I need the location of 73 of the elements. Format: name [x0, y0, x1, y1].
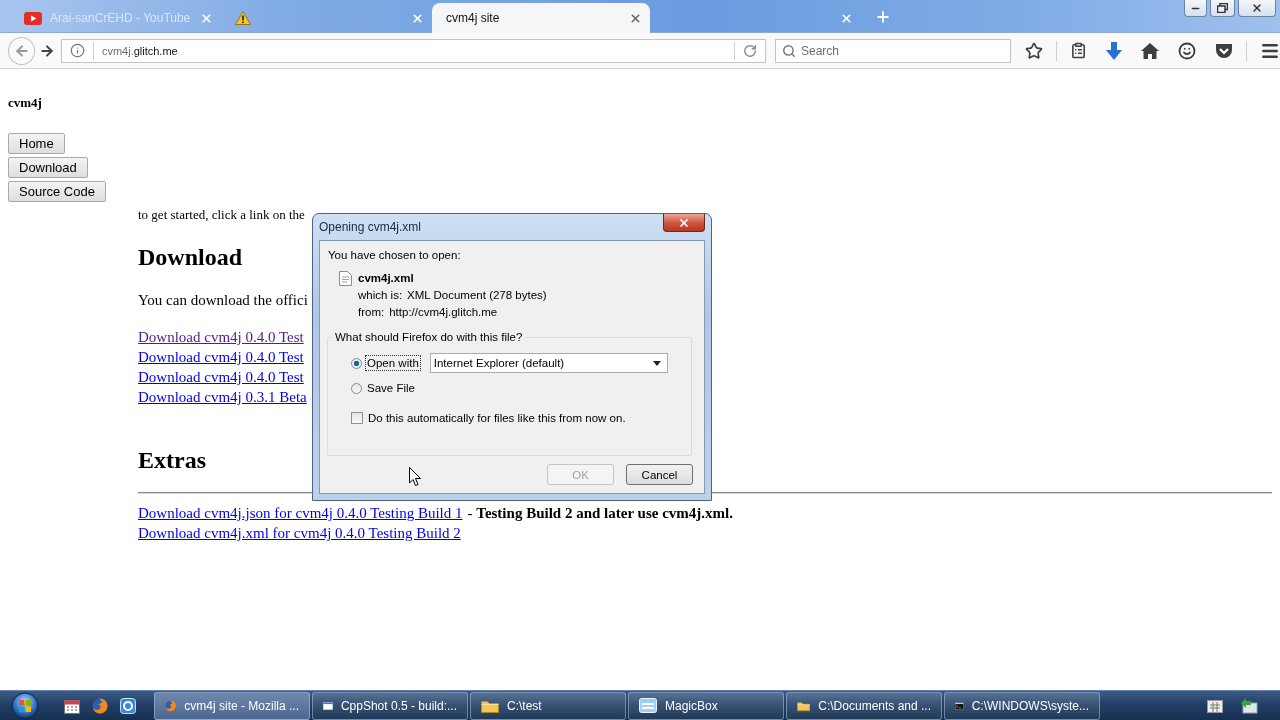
nav-button[interactable]: Source Code: [8, 181, 106, 202]
close-icon: [1251, 2, 1263, 14]
download-link[interactable]: Download cvm4j.json for cvm4j 0.4.0 Testing Build 1: [138, 503, 463, 523]
dialog-title: Opening cvm4j.xml: [319, 220, 422, 234]
nav-button[interactable]: Home: [8, 133, 65, 154]
download-link[interactable]: Download cvm4j 0.3.1 Beta: [138, 387, 307, 407]
taskbar-button[interactable]: C:\test: [470, 691, 626, 720]
nav-button[interactable]: Download: [8, 157, 88, 178]
arrow-monitor-icon[interactable]: [1240, 696, 1258, 715]
smiley-icon[interactable]: [1178, 41, 1196, 60]
shield-chevron-icon[interactable]: [1215, 42, 1233, 59]
radio-label[interactable]: Open with: [366, 356, 420, 370]
star-icon[interactable]: [1025, 41, 1043, 60]
address-field[interactable]: cvm4j.glitch.me: [60, 38, 766, 63]
clipboard-list-icon[interactable]: [1070, 42, 1087, 59]
caret-icon: [652, 360, 661, 366]
taskbar-button[interactable]: MagicBox: [628, 691, 784, 720]
download-link[interactable]: Download cvm4j.xml for cvm4j 0.4.0 Testing Build 2: [138, 523, 461, 543]
dialog-button[interactable]: Cancel: [626, 464, 693, 485]
new-tab-icon[interactable]: [875, 9, 891, 25]
grid-icon[interactable]: [1207, 698, 1223, 713]
document-icon: [339, 271, 352, 286]
folder-icon: [481, 698, 499, 713]
detail-value: XML Document (278 bytes): [407, 288, 547, 303]
search-field[interactable]: Search: [775, 38, 1011, 63]
taskbar-button[interactable]: C:\Documents and ...: [786, 691, 942, 720]
dialog-intro-text: You have chosen to open:: [328, 248, 462, 263]
download-link[interactable]: Download cvm4j 0.4.0 Test: [138, 347, 304, 367]
checkbox-label[interactable]: Do this automatically for files like this from now on.: [367, 411, 627, 425]
section-heading: Download: [138, 243, 243, 271]
group-legend: What should Firefox do with this file?: [332, 331, 526, 343]
search-icon: [782, 43, 796, 58]
start-orb-icon[interactable]: [9, 691, 41, 720]
site-title: cvm4j: [8, 95, 42, 110]
close-icon[interactable]: [840, 11, 853, 25]
taskbar-button[interactable]: C:\WINDOWS\syste...: [944, 691, 1100, 720]
close-icon[interactable]: [629, 11, 642, 25]
detail-label: which is:: [358, 288, 403, 303]
checkbox[interactable]: [351, 412, 363, 424]
radio-button[interactable]: [351, 382, 362, 394]
taskbar-button[interactable]: CppShot 0.5 - build:...: [312, 691, 468, 720]
app-icon[interactable]: [120, 697, 136, 714]
detail-value: http://cvm4j.glitch.me: [389, 305, 498, 320]
section-heading: Extras: [138, 446, 206, 474]
home-icon[interactable]: [1141, 42, 1159, 59]
taskbar-button[interactable]: cvm4j site - Mozilla ...: [154, 691, 310, 720]
mouse-pointer-icon: [409, 467, 421, 486]
browser-tab[interactable]: cvm4j site: [432, 3, 650, 33]
calendar-icon[interactable]: [64, 697, 80, 714]
restore-button[interactable]: [1210, 0, 1235, 17]
app-dropdown[interactable]: Internet Explorer (default): [429, 353, 668, 373]
radio-label[interactable]: Save File: [366, 381, 416, 395]
url-text: cvm4j.glitch.me: [101, 44, 178, 57]
restore-icon: [1217, 3, 1228, 13]
app-window-icon: [639, 698, 657, 713]
intro-text: to get started, click a link on the: [138, 207, 305, 222]
close-icon: [678, 216, 690, 229]
file-name: cvm4j.xml: [358, 271, 414, 286]
globe-icon[interactable]: [92, 697, 108, 714]
close-window-button[interactable]: [1238, 0, 1276, 17]
download-link[interactable]: Download cvm4j 0.4.0 Test: [138, 367, 304, 387]
download-arrow-icon[interactable]: [1106, 41, 1122, 60]
radio-button[interactable]: [351, 357, 362, 369]
minimize-button[interactable]: [1184, 0, 1207, 17]
reload-icon[interactable]: [743, 43, 757, 58]
download-link[interactable]: Download cvm4j 0.4.0 Test: [138, 327, 304, 347]
paragraph-text: You can download the offici: [138, 291, 308, 310]
dialog-close-button[interactable]: [663, 214, 705, 232]
note-text: - Testing Build 2 and later use cvm4j.xml.: [467, 504, 733, 523]
detail-label: from:: [358, 305, 385, 320]
warning-icon: [235, 11, 251, 25]
info-icon[interactable]: [69, 43, 85, 58]
video-play-icon: [24, 11, 42, 25]
